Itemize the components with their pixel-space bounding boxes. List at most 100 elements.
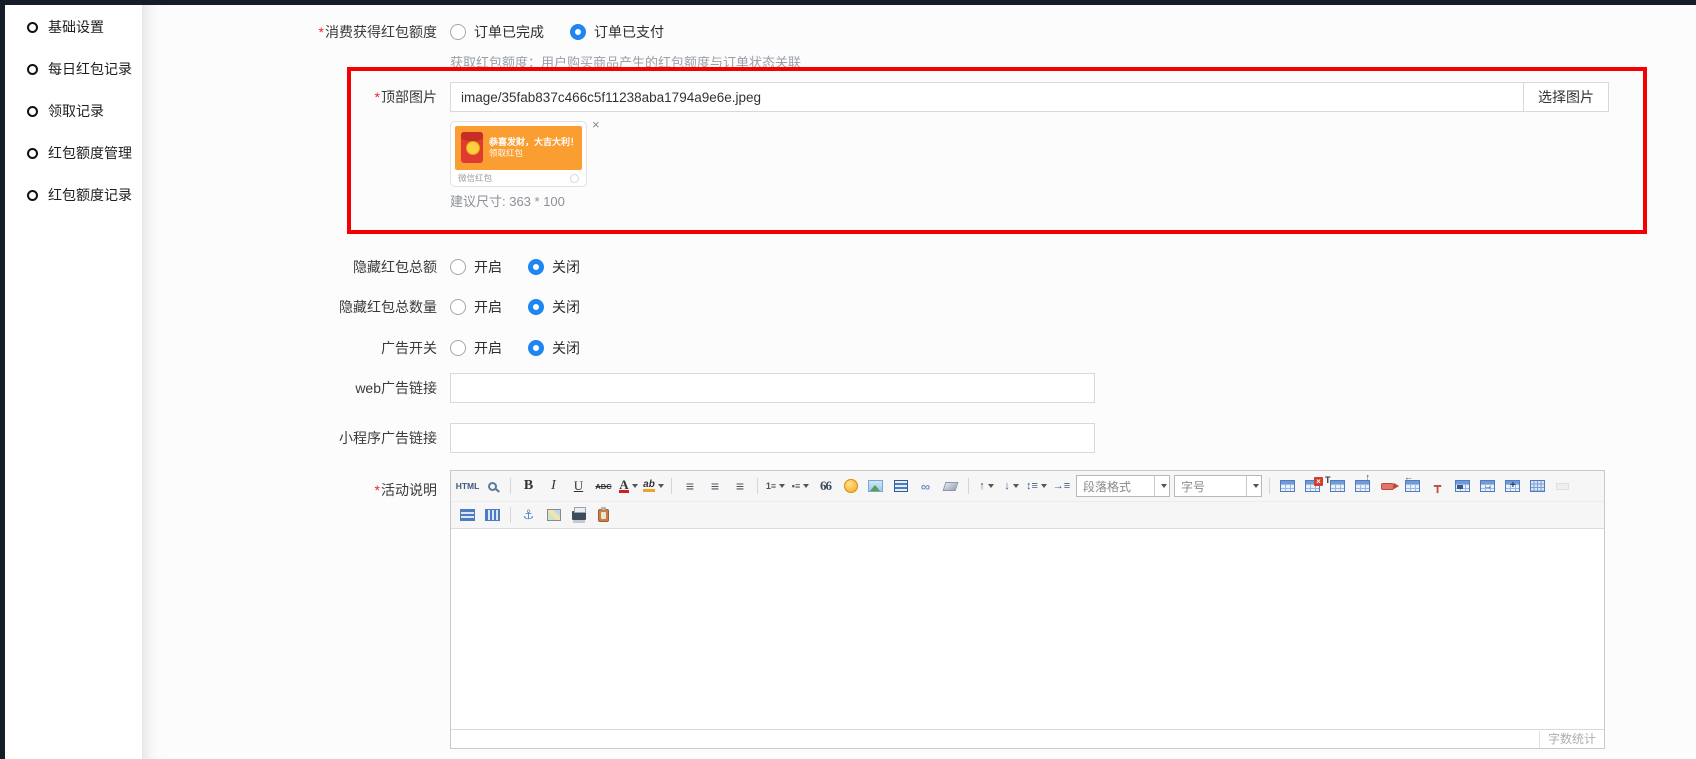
sidebar-item-label: 红包额度记录 (48, 185, 132, 205)
cell-prop-icon[interactable] (1450, 475, 1475, 498)
paragraph-format-select[interactable]: 段落格式 (1076, 475, 1170, 497)
align-right-icon[interactable]: ≡ (727, 475, 752, 498)
sidebar-item-label: 基础设置 (48, 17, 104, 37)
radio-option[interactable]: 关闭 (528, 338, 580, 358)
merge-cells-icon[interactable] (1475, 475, 1500, 498)
circle-icon (27, 22, 38, 33)
radio-option[interactable]: 开启 (450, 297, 502, 317)
insert-table-icon (1280, 480, 1295, 492)
radio-unselected-icon[interactable] (450, 259, 466, 275)
bold-icon[interactable]: B (516, 475, 541, 498)
strikethrough-icon[interactable]: ABC (591, 475, 616, 498)
table-layout-icon[interactable] (1525, 475, 1550, 498)
source-code-icon[interactable]: HTML (455, 475, 480, 498)
table-prop-icon[interactable] (1325, 475, 1350, 498)
radio-option[interactable]: 订单已支付 (570, 22, 664, 42)
web-ad-link-input[interactable] (450, 373, 1095, 403)
sidebar-item-label: 领取记录 (48, 101, 104, 121)
font-color-icon[interactable]: A (616, 475, 641, 498)
anchor-icon[interactable]: ⚓ (516, 504, 541, 527)
split-cell-icon[interactable] (1500, 475, 1525, 498)
radio-option[interactable]: 开启 (450, 338, 502, 358)
more-tools-icon[interactable] (1550, 475, 1575, 498)
sidebar-item[interactable]: 基础设置 (27, 17, 142, 37)
red-envelope-icon (461, 132, 483, 163)
radio-unselected-icon[interactable] (450, 24, 466, 40)
align-center-icon[interactable]: ≡ (702, 475, 727, 498)
blockquote-icon[interactable]: 66 (813, 475, 838, 498)
ordered-list-icon: 1≡ (766, 481, 776, 491)
insert-row-icon[interactable] (1350, 475, 1375, 498)
toolbar-separator (510, 478, 511, 494)
insert-col-icon (1405, 480, 1420, 492)
insert-col-icon[interactable] (1400, 475, 1425, 498)
field-label-mini-ad-link: 小程序广告链接 (143, 423, 437, 453)
field-label-top-image: *顶部图片 (143, 82, 437, 112)
delete-table-icon[interactable] (1300, 475, 1325, 498)
chevron-down-icon[interactable] (1246, 476, 1261, 496)
preview-footer-circle-icon (570, 174, 579, 183)
map-icon[interactable] (541, 504, 566, 527)
unordered-list-icon[interactable]: •≡ (788, 475, 813, 498)
link-icon[interactable]: ∞ (913, 475, 938, 498)
preview-icon[interactable] (480, 475, 505, 498)
sidebar-item[interactable]: 红包额度记录 (27, 185, 142, 205)
sidebar-item[interactable]: 每日红包记录 (27, 59, 142, 79)
radio-option[interactable]: 关闭 (528, 297, 580, 317)
highlight-color-icon[interactable]: ab (641, 475, 666, 498)
field-label-hide-total-count: 隐藏红包总数量 (143, 293, 437, 321)
radio-option-label: 开启 (474, 297, 502, 317)
bold-icon: B (524, 478, 533, 494)
line-height-icon[interactable]: ↕≡ (1024, 475, 1049, 498)
underline-icon[interactable]: U (566, 475, 591, 498)
sidebar-item[interactable]: 红包额度管理 (27, 143, 142, 163)
align-left-icon[interactable]: ≡ (677, 475, 702, 498)
choose-image-button[interactable]: 选择图片 (1523, 82, 1609, 112)
editor-content-area[interactable] (451, 529, 1604, 729)
sidebar-item[interactable]: 领取记录 (27, 101, 142, 121)
radio-unselected-icon[interactable] (450, 299, 466, 315)
indent-icon: →≡ (1053, 480, 1070, 492)
consume-quota-radio-group: 订单已完成 订单已支付 (450, 18, 664, 46)
split-rows-icon[interactable] (455, 504, 480, 527)
align-center-icon: ≡ (711, 478, 718, 494)
indent-icon[interactable]: →≡ (1049, 475, 1074, 498)
insert-image-icon[interactable] (863, 475, 888, 498)
delete-col-icon[interactable]: ┳ (1425, 475, 1450, 498)
print-icon[interactable] (566, 504, 591, 527)
circle-icon (27, 64, 38, 75)
circle-icon (27, 190, 38, 201)
toolbar-separator (1269, 478, 1270, 494)
radio-option[interactable]: 关闭 (528, 257, 580, 277)
ordered-list-icon[interactable]: 1≡ (763, 475, 788, 498)
margin-bottom-icon[interactable]: ↓ (999, 475, 1024, 498)
delete-row-icon[interactable] (1375, 475, 1400, 498)
unlink-icon[interactable] (938, 475, 963, 498)
radio-unselected-icon[interactable] (450, 340, 466, 356)
margin-top-icon[interactable]: ↑ (974, 475, 999, 498)
insert-media-icon[interactable] (888, 475, 913, 498)
toolbar-separator (757, 478, 758, 494)
field-label-hide-total-amount: 隐藏红包总额 (143, 253, 437, 281)
mini-ad-link-input[interactable] (450, 423, 1095, 453)
paste-icon[interactable] (591, 504, 616, 527)
radio-selected-icon[interactable] (570, 24, 586, 40)
word-count-label[interactable]: 字数统计 (1539, 731, 1604, 748)
paragraph-format-select-value: 段落格式 (1077, 478, 1154, 495)
italic-icon[interactable]: I (541, 475, 566, 498)
italic-icon: I (551, 478, 556, 494)
sidebar: 基础设置每日红包记录领取记录红包额度管理红包额度记录 (5, 5, 143, 759)
radio-selected-icon[interactable] (528, 259, 544, 275)
radio-option[interactable]: 开启 (450, 257, 502, 277)
emoji-icon[interactable] (838, 475, 863, 498)
radio-selected-icon[interactable] (528, 299, 544, 315)
insert-table-icon[interactable] (1275, 475, 1300, 498)
top-image-path-input[interactable] (450, 82, 1523, 112)
radio-selected-icon[interactable] (528, 340, 544, 356)
split-cols-icon[interactable] (480, 504, 505, 527)
chevron-down-icon[interactable] (1154, 476, 1169, 496)
insert-media-icon (894, 480, 908, 492)
font-size-select[interactable]: 字号 (1174, 475, 1262, 497)
remove-image-icon[interactable]: × (592, 119, 600, 131)
radio-option[interactable]: 订单已完成 (450, 22, 544, 42)
